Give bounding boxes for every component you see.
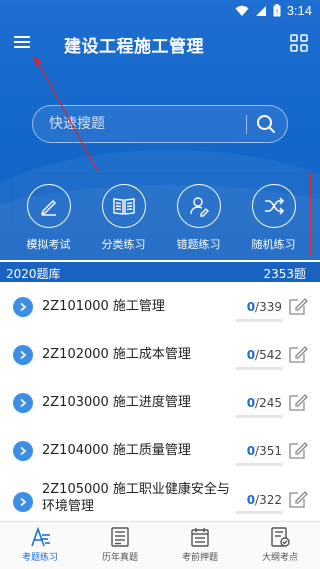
edit-button[interactable]: [288, 392, 308, 412]
chevron-right-icon: [13, 492, 33, 512]
menu-button[interactable]: [14, 34, 34, 52]
header-hero: ! 3:14 建设工程施工管理 快速搜题 模拟考试 分类练习 错题练习 随机练习: [0, 0, 320, 260]
chapter-total-count: /339: [255, 300, 282, 314]
chevron-right-icon: [13, 297, 33, 317]
tab-label: 考题练习: [21, 553, 58, 563]
chapter-done-count: 0: [246, 493, 256, 507]
tab-label: 历年真题: [101, 553, 138, 563]
chapter-done-count: 0: [246, 348, 256, 362]
search-bar: [32, 105, 288, 143]
chapter-title: 2Z102000 施工成本管理: [42, 347, 191, 362]
hamburger-icon: [14, 36, 34, 48]
book-icon: [112, 198, 135, 215]
chapter-progress: 0/245: [236, 396, 282, 410]
chapter-total-count: /322: [255, 493, 282, 507]
quick-action-label: 错题练习: [176, 238, 221, 251]
list-item[interactable]: 2Z105000 施工职业健康安全与环境管理 0/322: [0, 478, 320, 520]
chevron-right-icon: [13, 393, 33, 413]
app-bar: 建设工程施工管理: [0, 24, 320, 64]
chapter-progress: 0/542: [236, 348, 282, 362]
edit-button[interactable]: [288, 440, 308, 460]
progress-bar: [236, 415, 282, 418]
edit-icon: [289, 298, 308, 315]
past-papers-icon: [111, 527, 129, 547]
chevron-right-icon: [13, 345, 33, 365]
progress-bar: [236, 463, 282, 466]
chapter-title: 2Z105000 施工职业健康安全与环境管理: [42, 482, 230, 514]
chapter-total-count: /542: [255, 348, 282, 362]
chapter-done-count: 0: [246, 444, 256, 458]
chapter-progress: 0/322: [236, 493, 282, 507]
page-title: 建设工程施工管理: [64, 37, 204, 57]
chapter-total-count: /351: [255, 444, 282, 458]
bottom-tab-bar: 考题练习 历年真题 考前押题 大纲考点: [0, 521, 320, 569]
user-edit-icon: [189, 197, 209, 217]
chapter-done-count: 0: [246, 396, 256, 410]
edit-icon: [289, 442, 308, 459]
grid-menu-button[interactable]: [290, 34, 308, 52]
signal-icon: [255, 5, 266, 16]
wifi-icon: [235, 5, 249, 16]
chapter-progress: 0/339: [236, 300, 282, 314]
quick-action-label: 模拟考试: [26, 238, 71, 251]
battery-icon: !: [273, 4, 281, 17]
list-item[interactable]: 2Z102000 施工成本管理 0/542: [0, 334, 320, 382]
chapter-title: 2Z104000 施工质量管理: [42, 443, 191, 458]
tab-past-papers[interactable]: 历年真题: [80, 522, 160, 569]
search-icon: [257, 115, 275, 133]
progress-bar: [236, 511, 282, 514]
practice-icon: [31, 526, 50, 547]
list-item[interactable]: 2Z103000 施工进度管理 0/245: [0, 382, 320, 430]
pencil-icon: [40, 200, 56, 216]
grid-icon: [290, 34, 308, 52]
chapter-title: 2Z101000 施工管理: [42, 299, 165, 314]
quick-action-label: 分类练习: [101, 238, 146, 251]
status-bar: ! 3:14: [0, 0, 320, 22]
list-item[interactable]: 2Z104000 施工质量管理 0/351: [0, 430, 320, 478]
chapter-done-count: 0: [246, 300, 256, 314]
edit-button[interactable]: [288, 344, 308, 364]
tab-label: 大纲考点: [261, 553, 298, 563]
calendar-icon: [191, 528, 209, 547]
tab-pre-exam[interactable]: 考前押题: [160, 522, 240, 569]
question-bank-bar: 2020题库 2353题: [0, 262, 320, 282]
shuffle-icon: [264, 197, 284, 215]
search-divider: [246, 115, 247, 134]
search-input[interactable]: [49, 106, 249, 142]
edit-button[interactable]: [288, 296, 308, 316]
quick-actions: 模拟考试 分类练习 错题练习 随机练习: [11, 184, 311, 254]
tab-label: 考前押题: [181, 553, 218, 563]
quick-action-label: 随机练习: [251, 238, 296, 251]
search-button[interactable]: [253, 111, 279, 137]
quick-action-mock-exam[interactable]: 模拟考试: [11, 184, 86, 254]
quick-action-random-practice[interactable]: 随机练习: [236, 184, 311, 254]
tab-practice[interactable]: 考题练习: [0, 522, 80, 569]
edit-icon: [289, 491, 308, 508]
chapter-progress: 0/351: [236, 444, 282, 458]
status-time: 3:14: [286, 3, 312, 18]
chapter-title: 2Z103000 施工进度管理: [42, 395, 191, 410]
chapter-total-count: /245: [255, 396, 282, 410]
progress-bar: [236, 367, 282, 370]
edit-icon: [289, 346, 308, 363]
edit-icon: [289, 394, 308, 411]
outline-icon: [271, 527, 290, 547]
quick-action-category-practice[interactable]: 分类练习: [86, 184, 161, 254]
bank-total-count: 2353题: [263, 267, 306, 281]
edit-button[interactable]: [288, 489, 308, 509]
progress-bar: [236, 319, 282, 322]
list-item[interactable]: 2Z101000 施工管理 0/339: [0, 286, 320, 334]
chevron-right-icon: [13, 441, 33, 461]
tab-outline[interactable]: 大纲考点: [240, 522, 320, 569]
bank-year-label: 2020题库: [6, 267, 61, 281]
quick-action-wrong-questions[interactable]: 错题练习: [161, 184, 236, 254]
chapter-list: 2Z101000 施工管理 0/339 2Z102000 施工成本管理 0/54…: [0, 286, 320, 520]
svg-text:!: !: [275, 8, 278, 16]
